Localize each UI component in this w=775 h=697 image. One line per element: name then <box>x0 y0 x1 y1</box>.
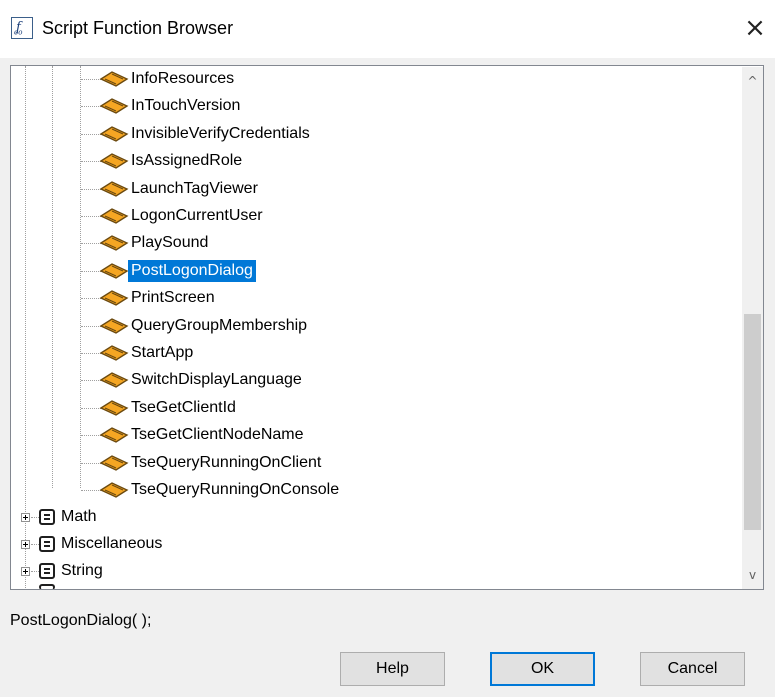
tree-group-item[interactable]: Miscellaneous <box>58 533 165 555</box>
tree-guide-line <box>80 66 81 488</box>
function-icon <box>99 126 129 142</box>
tree-guide-line <box>52 66 53 488</box>
vertical-scrollbar[interactable]: ^ v <box>742 67 763 589</box>
tree-item[interactable]: TseGetClientId <box>128 397 239 419</box>
title-bar: f oo Script Function Browser × <box>0 0 775 58</box>
tree-item[interactable]: TseGetClientNodeName <box>128 424 307 446</box>
tree-guide-line <box>25 66 26 588</box>
tree-item[interactable]: InfoResources <box>128 68 237 90</box>
function-icon <box>99 235 129 252</box>
function-icon <box>99 372 129 389</box>
function-icon <box>99 345 129 361</box>
tree-item[interactable]: StartApp <box>128 342 196 364</box>
function-icon <box>99 263 129 279</box>
tree-group-item[interactable]: String <box>58 560 106 582</box>
function-icon <box>99 454 129 471</box>
function-icon <box>99 482 129 498</box>
function-icon <box>99 290 129 306</box>
tree-item[interactable]: PlaySound <box>128 232 211 254</box>
ok-button[interactable]: OK <box>490 652 595 686</box>
expand-icon[interactable] <box>21 513 30 522</box>
tree-item[interactable]: LogonCurrentUser <box>128 205 266 227</box>
scroll-up-icon[interactable]: ^ <box>742 71 763 91</box>
tree-item[interactable]: InvisibleVerifyCredentials <box>128 123 313 145</box>
cancel-button[interactable]: Cancel <box>640 652 745 686</box>
tree-group-item[interactable]: Math <box>58 506 100 528</box>
tree-item-selected[interactable]: PostLogonDialog <box>128 259 256 282</box>
close-icon[interactable]: × <box>738 14 772 44</box>
tree-item[interactable]: IsAssignedRole <box>128 150 245 172</box>
category-icon <box>39 563 55 579</box>
function-icon <box>99 427 129 443</box>
tree-item[interactable]: LaunchTagViewer <box>128 178 261 200</box>
function-icon <box>99 71 129 87</box>
tree-guide-line <box>31 571 39 572</box>
expand-icon[interactable] <box>21 567 30 576</box>
function-icon <box>99 400 129 416</box>
tree-guide-line <box>31 544 39 545</box>
tree-guide-line <box>31 517 39 518</box>
help-button[interactable]: Help <box>340 652 445 686</box>
category-icon <box>39 584 55 589</box>
window-title: Script Function Browser <box>42 18 234 38</box>
function-expression: PostLogonDialog( ); <box>10 612 152 629</box>
tree-item[interactable]: TseQueryRunningOnClient <box>128 452 324 474</box>
expand-icon[interactable] <box>21 540 30 549</box>
tree-item[interactable]: SwitchDisplayLanguage <box>128 369 305 391</box>
function-icon <box>99 98 129 115</box>
tree-item[interactable]: TseQueryRunningOnConsole <box>128 479 342 501</box>
tree-item[interactable]: QueryGroupMembership <box>128 315 310 337</box>
app-icon: f oo <box>11 17 33 39</box>
function-icon <box>99 208 129 224</box>
tree-item[interactable]: PrintScreen <box>128 287 218 309</box>
scroll-thumb[interactable] <box>744 314 761 530</box>
function-icon <box>99 180 129 197</box>
scroll-down-icon[interactable]: v <box>742 565 763 585</box>
function-tree[interactable]: InfoResources InTouchVersion InvisibleVeri… <box>10 65 764 590</box>
tree-item[interactable]: InTouchVersion <box>128 95 243 117</box>
category-icon <box>39 509 55 525</box>
function-icon <box>99 153 129 169</box>
category-icon <box>39 536 55 552</box>
function-icon <box>99 317 129 334</box>
